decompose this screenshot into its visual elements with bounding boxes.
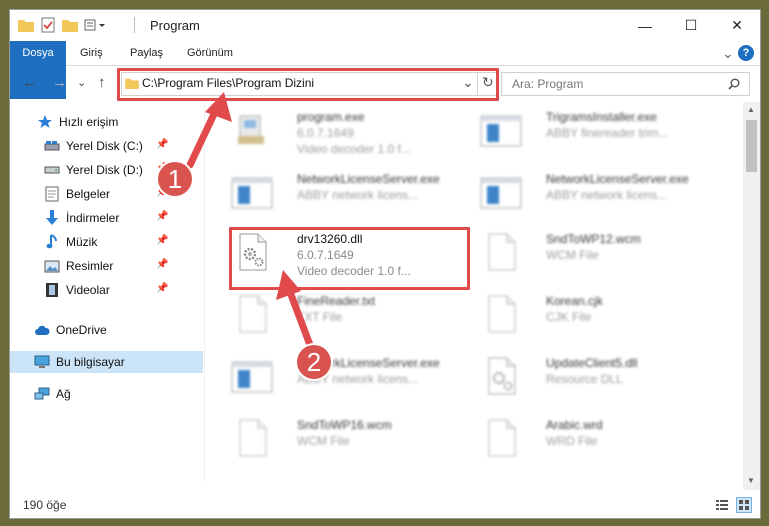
- step-1-badge: 1: [158, 162, 192, 196]
- arrow-1: [186, 92, 232, 169]
- step-2-badge: 2: [297, 345, 331, 379]
- annotation-arrows: [186, 92, 314, 349]
- arrow-2: [276, 270, 314, 349]
